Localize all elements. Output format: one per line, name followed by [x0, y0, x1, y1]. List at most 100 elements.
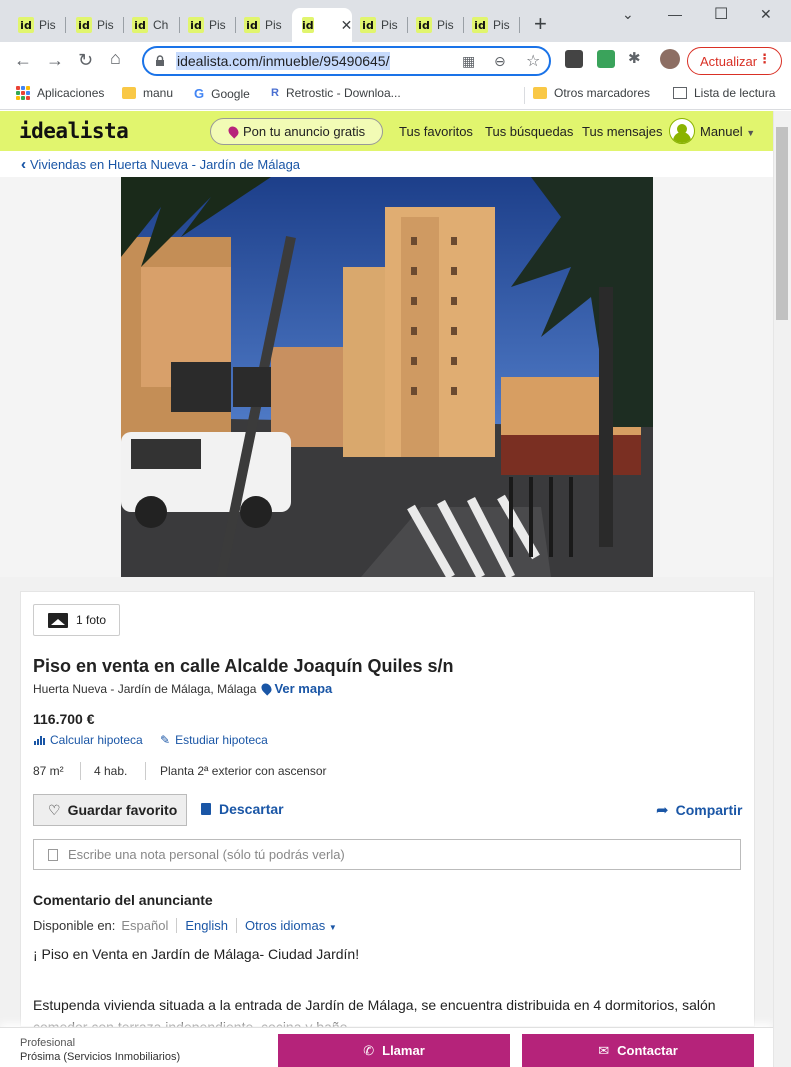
tab-label: Pis — [265, 18, 282, 32]
reload-icon[interactable]: ↻ — [78, 50, 93, 71]
language-spanish: Español — [115, 918, 178, 933]
pin-icon — [226, 124, 241, 139]
map-pin-icon — [259, 681, 275, 696]
bookmark-manu[interactable]: manu — [122, 86, 173, 100]
calculate-mortgage-link[interactable]: Calcular hipoteca — [34, 733, 143, 747]
idealista-logo[interactable]: idealista — [19, 119, 129, 143]
breadcrumb[interactable]: ‹‹ Viviendas en Huerta Nueva - Jardín de… — [0, 151, 773, 177]
back-arrow-icon[interactable]: ← — [14, 50, 32, 71]
view-map-link[interactable]: Ver mapa — [259, 681, 332, 696]
main-listing-photo[interactable] — [121, 177, 653, 577]
puzzle-extensions-icon[interactable]: ✱ — [628, 49, 641, 67]
nav-favorites[interactable]: Tus favoritos — [399, 124, 473, 139]
bookmark-label: Aplicaciones — [37, 86, 105, 100]
extension-icon[interactable] — [565, 50, 583, 68]
folder-icon — [533, 87, 547, 99]
url-text[interactable]: idealista.com/inmueble/95490645/ — [176, 52, 391, 70]
minimize-icon[interactable]: — — [668, 6, 682, 22]
tab-7[interactable]: id Pis — [350, 8, 408, 42]
tab-label: Pis — [437, 18, 454, 32]
contact-label: Contactar — [617, 1043, 678, 1058]
bookmark-label: Google — [211, 86, 250, 101]
update-button[interactable]: Actualizar ⋮ — [687, 47, 782, 75]
study-mortgage-link[interactable]: ✎ Estudiar hipoteca — [160, 733, 268, 747]
forward-arrow-icon[interactable]: → — [46, 50, 64, 71]
tab-label: Pis — [97, 18, 114, 32]
bookmark-label: Otros marcadores — [554, 86, 651, 100]
location-text: Huerta Nueva - Jardín de Málaga, Málaga — [33, 681, 257, 696]
listing-price: 116.700 € — [33, 711, 95, 727]
call-label: Llamar — [382, 1043, 425, 1058]
google-g-icon: G — [194, 86, 205, 101]
tab-separator — [519, 17, 520, 33]
tab-4[interactable]: id Pis — [178, 8, 236, 42]
publish-ad-button[interactable]: Pon tu anuncio gratis — [210, 118, 383, 145]
study-mortgage-label: Estudiar hipoteca — [175, 733, 268, 747]
reading-list[interactable]: Lista de lectura — [673, 86, 775, 100]
tab-label: Pis — [209, 18, 226, 32]
breadcrumb-link[interactable]: Viviendas en Huerta Nueva - Jardín de Má… — [30, 157, 300, 172]
idealista-favicon-icon: id — [18, 17, 34, 33]
zoom-icon[interactable]: ⊖ — [494, 53, 506, 70]
bookmark-apps[interactable]: Aplicaciones — [16, 86, 104, 100]
note-icon — [48, 848, 58, 861]
bookmark-label: manu — [143, 86, 174, 100]
feature-floor: Planta 2ª exterior con ascensor — [160, 764, 327, 778]
extension-icon[interactable] — [597, 50, 615, 68]
bookmark-other[interactable]: Otros marcadores — [533, 86, 650, 100]
photos-count: 1 foto — [76, 613, 107, 627]
other-languages-label: Otros idiomas — [245, 918, 326, 933]
bar-chart-icon — [34, 735, 45, 745]
personal-note-input[interactable]: Escribe una nota personal (sólo tú podrá… — [33, 839, 741, 870]
available-in-label: Disponible en: — [33, 918, 116, 933]
window-close-icon[interactable]: ✕ — [760, 6, 772, 23]
reading-list-icon — [673, 87, 687, 99]
trash-icon — [201, 803, 211, 815]
tab-9[interactable]: id Pis — [462, 8, 520, 42]
maximize-icon[interactable]: ☐ — [714, 4, 728, 24]
nav-searches[interactable]: Tus búsquedas — [485, 124, 573, 139]
call-button[interactable]: ✆ Llamar — [278, 1034, 510, 1067]
feature-divider — [145, 762, 146, 780]
discard-label: Descartar — [219, 801, 284, 817]
other-languages-dropdown[interactable]: Otros idiomas ▼ — [237, 918, 345, 933]
omnibox[interactable]: idealista.com/inmueble/95490645/ ▦ ⊖ ☆ — [142, 46, 551, 76]
language-english[interactable]: English — [177, 918, 238, 933]
save-favorite-label: Guardar favorito — [67, 802, 178, 818]
tab-active[interactable]: id ✕ — [292, 8, 352, 42]
user-avatar-icon[interactable] — [669, 118, 695, 144]
caret-down-icon: ▼ — [328, 923, 337, 932]
user-menu[interactable]: Manuel ▼ — [700, 124, 755, 139]
street-photo-illustration — [121, 177, 653, 577]
tab-label: Ch — [153, 18, 169, 32]
pencil-icon: ✎ — [160, 733, 171, 747]
new-tab-icon[interactable]: + — [534, 13, 547, 35]
phone-icon: ✆ — [363, 1042, 375, 1058]
profile-avatar-icon[interactable] — [660, 49, 680, 69]
contact-button[interactable]: ✉ Contactar — [522, 1034, 754, 1067]
qr-code-icon[interactable]: ▦ — [462, 53, 475, 70]
bookmark-star-icon[interactable]: ☆ — [526, 51, 540, 71]
tab-3[interactable]: id Ch — [122, 8, 180, 42]
save-favorite-button[interactable]: ♡ Guardar favorito — [33, 794, 187, 826]
idealista-favicon-icon: id — [244, 17, 260, 33]
share-label: Compartir — [675, 802, 743, 818]
tab-5[interactable]: id Pis — [234, 8, 292, 42]
bookmark-google[interactable]: G Google — [194, 86, 250, 101]
tab-1[interactable]: id Pis — [8, 8, 66, 42]
share-button[interactable]: ➦ Compartir — [656, 801, 742, 819]
idealista-favicon-icon: id — [360, 17, 376, 33]
discard-button[interactable]: Descartar — [201, 801, 284, 817]
lock-icon[interactable] — [154, 55, 166, 67]
tab-2[interactable]: id Pis — [66, 8, 124, 42]
tab-search-chevron-icon[interactable]: ⌄ — [622, 6, 634, 23]
home-icon[interactable]: ⌂ — [110, 48, 121, 69]
nav-messages[interactable]: Tus mensajes — [582, 124, 662, 139]
bookmark-retrostic[interactable]: R Retrostic - Downloa... — [271, 86, 401, 100]
tab-8[interactable]: id Pis — [406, 8, 464, 42]
advertiser-name: Prósima (Servicios Inmobiliarios) — [20, 1051, 181, 1063]
listing-location: Huerta Nueva - Jardín de Málaga, Málaga … — [33, 681, 332, 696]
photos-button[interactable]: 1 foto — [33, 604, 120, 636]
scrollbar-thumb[interactable] — [776, 127, 788, 320]
site-header: idealista Pon tu anuncio gratis Tus favo… — [0, 111, 773, 151]
